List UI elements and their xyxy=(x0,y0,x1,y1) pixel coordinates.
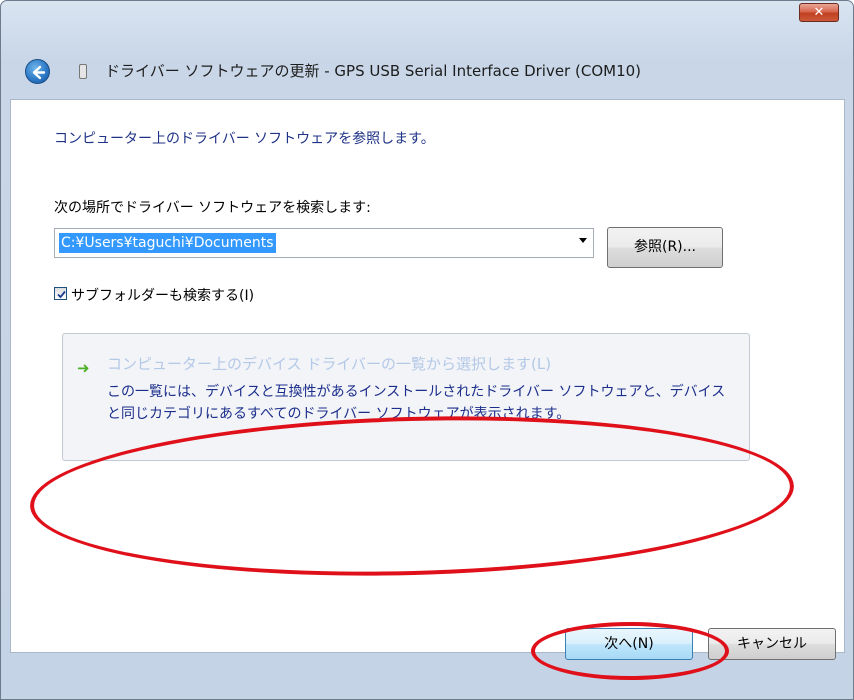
search-path-combobox[interactable]: C:¥Users¥taguchi¥Documents xyxy=(54,228,594,258)
checkbox-box[interactable] xyxy=(54,287,67,300)
page-heading: コンピューター上のドライバー ソフトウェアを参照します。 xyxy=(54,131,435,147)
chevron-down-icon[interactable] xyxy=(579,238,587,243)
dialog-window: ✕ ドライバー ソフトウェアの更新 - GPS USB Serial Inter… xyxy=(0,0,854,700)
pick-from-list-title[interactable]: コンピューター上のデバイス ドライバーの一覧から選択します(L) xyxy=(107,353,551,374)
close-icon: ✕ xyxy=(813,5,825,20)
include-subfolders-label: サブフォルダーも検索する(I) xyxy=(71,288,255,304)
green-arrow-icon: ➜ xyxy=(77,359,90,377)
back-arrow-icon xyxy=(32,65,46,80)
annotation-ellipse-next xyxy=(531,622,729,680)
window-title: ドライバー ソフトウェアの更新 - GPS USB Serial Interfa… xyxy=(105,62,642,80)
close-button[interactable]: ✕ xyxy=(799,3,839,22)
back-button[interactable] xyxy=(25,59,50,84)
usb-device-icon xyxy=(79,64,87,79)
search-location-label: 次の場所でドライバー ソフトウェアを検索します: xyxy=(54,200,371,216)
checkmark-icon xyxy=(57,290,66,299)
title-bar: ✕ ドライバー ソフトウェアの更新 - GPS USB Serial Inter… xyxy=(1,1,853,111)
search-path-value[interactable]: C:¥Users¥taguchi¥Documents xyxy=(59,233,276,253)
browse-button[interactable]: 参照(R)... xyxy=(607,227,723,268)
